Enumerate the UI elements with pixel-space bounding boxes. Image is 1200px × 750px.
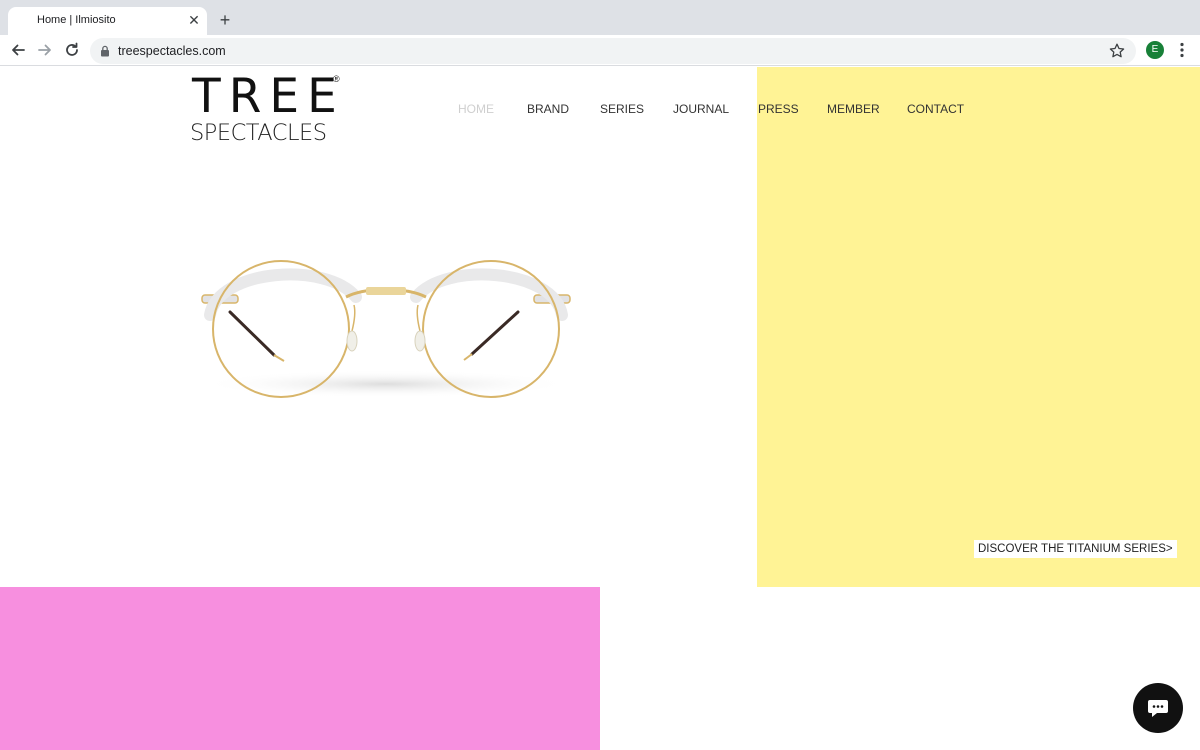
lock-icon[interactable] (100, 45, 110, 57)
nav-press[interactable]: PRESS (758, 102, 799, 116)
kebab-menu-icon[interactable] (1174, 40, 1190, 60)
logo-tree-text: TREE (192, 69, 345, 124)
forward-icon[interactable] (35, 40, 55, 60)
nav-contact[interactable]: CONTACT (907, 102, 964, 116)
tab-strip: Home | Ilmiosito ✕ + (0, 0, 1200, 35)
nav-member[interactable]: MEMBER (827, 102, 880, 116)
new-tab-button[interactable]: + (215, 10, 235, 30)
nav-brand[interactable]: BRAND (527, 102, 569, 116)
pink-color-block (0, 587, 600, 750)
logo-registered-mark: ® (333, 74, 340, 84)
eyeglasses-product-image[interactable] (196, 257, 576, 407)
back-icon[interactable] (8, 40, 28, 60)
nav-series[interactable]: SERIES (600, 102, 644, 116)
nav-home[interactable]: HOME (458, 102, 494, 116)
browser-tab[interactable]: Home | Ilmiosito ✕ (8, 7, 207, 35)
tab-title: Home | Ilmiosito (37, 14, 116, 26)
star-icon[interactable] (1108, 42, 1126, 60)
nav-journal[interactable]: JOURNAL (673, 102, 729, 116)
browser-toolbar: treespectacles.com E (0, 35, 1200, 66)
chat-icon (1148, 700, 1168, 717)
discover-titanium-series-link[interactable]: DISCOVER THE TITANIUM SERIES> (974, 540, 1177, 558)
site-logo[interactable]: TREE ® SPECTACLES (190, 72, 350, 147)
web-page: TREE ® SPECTACLES HOME BRAND SERIES JOUR… (0, 67, 1200, 750)
url-text[interactable]: treespectacles.com (118, 44, 226, 58)
chat-widget-button[interactable] (1133, 683, 1183, 733)
address-bar[interactable]: treespectacles.com (90, 38, 1136, 64)
reload-icon[interactable] (62, 40, 82, 60)
yellow-color-block (757, 67, 1200, 587)
logo-spectacles-text: SPECTACLES (190, 120, 327, 146)
profile-avatar[interactable]: E (1146, 41, 1164, 59)
close-tab-icon[interactable]: ✕ (186, 12, 202, 28)
